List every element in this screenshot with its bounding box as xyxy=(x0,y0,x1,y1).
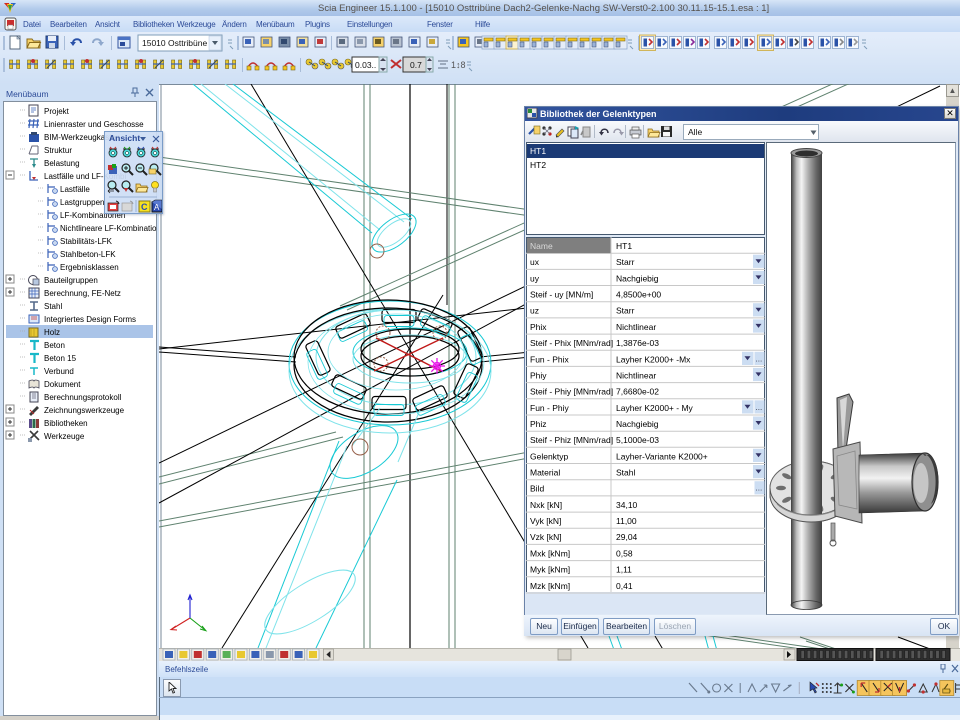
svg-text:...: ... xyxy=(756,484,763,493)
svg-text:Starr: Starr xyxy=(616,257,635,267)
svg-text:uz: uz xyxy=(530,306,539,316)
svg-text:Phiz: Phiz xyxy=(530,419,547,429)
svg-text:Phiy: Phiy xyxy=(530,370,547,380)
svg-text:Vzk [kN]: Vzk [kN] xyxy=(530,532,562,542)
svg-text:Stahlbeton-LFK: Stahlbeton-LFK xyxy=(60,250,116,259)
svg-text:Layher-Variante K2000+: Layher-Variante K2000+ xyxy=(616,451,708,461)
svg-text:0,58: 0,58 xyxy=(616,548,633,558)
svg-text:Beton: Beton xyxy=(44,341,65,350)
svg-text:C: C xyxy=(141,202,148,212)
svg-text:Nachgiebig: Nachgiebig xyxy=(616,273,659,283)
svg-text:ux: ux xyxy=(530,257,540,267)
svg-text:Berechnungsprotokoll: Berechnungsprotokoll xyxy=(44,393,122,402)
svg-text:Zeichnungswerkzeuge: Zeichnungswerkzeuge xyxy=(44,406,125,415)
svg-text:Mzk [kNm]: Mzk [kNm] xyxy=(530,581,570,591)
svg-text:Material: Material xyxy=(530,468,560,478)
svg-text:1,11: 1,11 xyxy=(616,565,632,575)
svg-text:34,10: 34,10 xyxy=(616,500,638,510)
svg-text:5,1000e-03: 5,1000e-03 xyxy=(616,435,659,445)
svg-text:Werkzeuge: Werkzeuge xyxy=(44,432,85,441)
svg-text:...: ... xyxy=(756,403,763,412)
svg-text:0,41: 0,41 xyxy=(616,581,633,591)
svg-text:Ergebnisklassen: Ergebnisklassen xyxy=(60,263,119,272)
svg-text:11,00: 11,00 xyxy=(616,516,637,526)
svg-text:Starr: Starr xyxy=(616,306,635,316)
svg-text:Name: Name xyxy=(530,241,553,251)
svg-text:Nichtlinear: Nichtlinear xyxy=(616,370,656,380)
svg-text:Projekt: Projekt xyxy=(44,107,70,116)
svg-text:Verbund: Verbund xyxy=(44,367,74,376)
svg-text:Mxk [kNm]: Mxk [kNm] xyxy=(530,548,570,558)
svg-text:29,04: 29,04 xyxy=(616,532,638,542)
svg-text:A: A xyxy=(154,203,160,212)
svg-text:Beton 15: Beton 15 xyxy=(44,354,77,363)
svg-text:Integriertes Design Forms: Integriertes Design Forms xyxy=(44,315,136,324)
svg-text:Stabilitäts-LFK: Stabilitäts-LFK xyxy=(60,237,113,246)
svg-text:Bild: Bild xyxy=(530,484,544,494)
svg-text:Belastung: Belastung xyxy=(44,159,80,168)
svg-text:...: ... xyxy=(756,354,763,363)
svg-text:Nichtlinear: Nichtlinear xyxy=(616,322,656,332)
svg-text:Steif - Phix [MNm/rad]: Steif - Phix [MNm/rad] xyxy=(530,338,613,348)
svg-text:Myk [kNm]: Myk [kNm] xyxy=(530,565,570,575)
svg-text:Stahl: Stahl xyxy=(44,302,62,311)
svg-text:Nichtlineare LF-Kombinationen: Nichtlineare LF-Kombinationen xyxy=(60,224,157,233)
svg-text:Layher K2000+ - My: Layher K2000+ - My xyxy=(616,403,694,413)
svg-text:Lastfälle: Lastfälle xyxy=(60,185,90,194)
svg-text:Lastgruppen: Lastgruppen xyxy=(60,198,104,207)
svg-text:0.03..: 0.03.. xyxy=(355,60,376,70)
svg-text:Stahl: Stahl xyxy=(616,468,635,478)
svg-text:1↕8: 1↕8 xyxy=(451,60,466,70)
svg-text:Vyk [kN]: Vyk [kN] xyxy=(530,516,561,526)
svg-text:Phix: Phix xyxy=(530,322,547,332)
svg-text:0.7: 0.7 xyxy=(410,60,422,70)
svg-text:Struktur: Struktur xyxy=(44,146,72,155)
svg-text:4,8500e+00: 4,8500e+00 xyxy=(616,290,661,300)
svg-text:Nxk [kN]: Nxk [kN] xyxy=(530,500,562,510)
svg-text:Linienraster und Geschosse: Linienraster und Geschosse xyxy=(44,120,144,129)
svg-text:1,3876e-03: 1,3876e-03 xyxy=(616,338,659,348)
svg-text:Steif - uy [MN/m]: Steif - uy [MN/m] xyxy=(530,290,593,300)
svg-text:Dokument: Dokument xyxy=(44,380,81,389)
svg-text:Berechnung, FE-Netz: Berechnung, FE-Netz xyxy=(44,289,121,298)
svg-text:Bibliotheken: Bibliotheken xyxy=(44,419,88,428)
svg-text:Layher K2000+ -Mx: Layher K2000+ -Mx xyxy=(616,354,691,364)
svg-text:Nachgiebig: Nachgiebig xyxy=(616,419,659,429)
svg-text:Fun - Phix: Fun - Phix xyxy=(530,354,569,364)
svg-text:Gelenktyp: Gelenktyp xyxy=(530,451,569,461)
svg-text:uy: uy xyxy=(530,273,540,283)
svg-text:Steif - Phiz [MNm/rad]: Steif - Phiz [MNm/rad] xyxy=(530,435,613,445)
svg-text:HT1: HT1 xyxy=(616,241,632,251)
svg-text:Bauteilgruppen: Bauteilgruppen xyxy=(44,276,98,285)
svg-text:Holz: Holz xyxy=(44,328,60,337)
svg-text:7,6680e-02: 7,6680e-02 xyxy=(616,387,659,397)
svg-text:Fun - Phiy: Fun - Phiy xyxy=(530,403,569,413)
svg-text:Steif - Phiy [MNm/rad]: Steif - Phiy [MNm/rad] xyxy=(530,387,613,397)
